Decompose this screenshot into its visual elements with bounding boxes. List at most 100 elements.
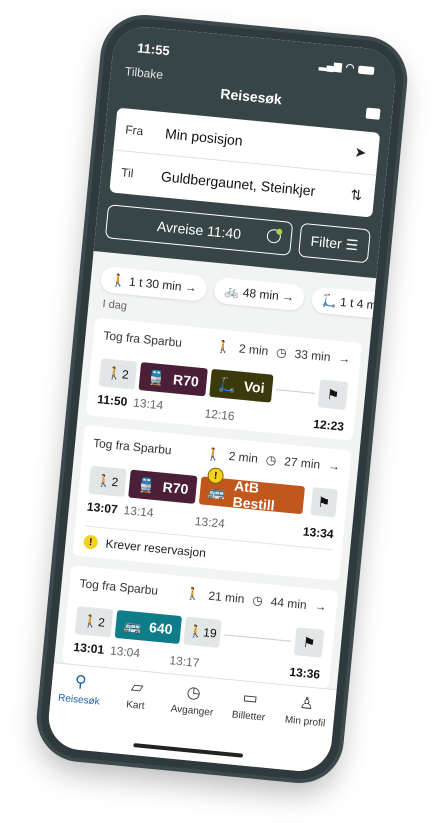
train-icon: 🚆 (147, 368, 166, 386)
trip-duration: 33 min (293, 346, 332, 365)
departure-time-button[interactable]: Avreise 11:40 (104, 204, 294, 256)
from-label: Fra (124, 122, 144, 139)
notice-text: Krever reservasjon (104, 536, 207, 561)
departure-time: 13:07 (86, 499, 119, 517)
header: 11:55 ▂▄▆ ◠ Tilbake Reisesøk Fra Min pos… (93, 24, 399, 279)
second-leg-time: 12:16 (203, 406, 236, 424)
train-leg: 🚆 R70 (128, 469, 198, 504)
trip-title: Tog fra Sparbu (102, 328, 183, 350)
train-icon: 🚆 (136, 475, 156, 494)
route-line (276, 388, 316, 394)
walk-leg-minutes: 2 (111, 474, 120, 490)
trip-duration: 27 min (283, 454, 321, 472)
bike-icon: 🚲 (224, 283, 241, 300)
scooter-icon: 🛴 (321, 293, 338, 309)
train-time: 13:14 (122, 503, 155, 520)
chip-bike-label: 48 min → (242, 285, 295, 305)
to-label: Til (120, 165, 135, 181)
signal-icon: ▂▄▆ (318, 59, 343, 73)
warning-icon: ! (207, 467, 225, 485)
clock-icon (266, 228, 283, 244)
bus-icon: 🚌 (207, 482, 227, 501)
train-line: R70 (172, 371, 200, 390)
tab-label: Billetter (231, 709, 266, 724)
trip-header: Tog fra Sparbu 🚶 21 min ◷ 44 min → (79, 576, 327, 614)
tab-label: Kart (125, 699, 146, 712)
walk-leg: 🚶 2 (88, 465, 127, 498)
tab-min-profil[interactable]: ♙ Min profil (272, 693, 335, 774)
chat-icon[interactable] (365, 107, 381, 120)
departure-time: 11:50 (96, 392, 128, 409)
trip-title: Tog fra Sparbu (79, 576, 159, 598)
ticket-icon: ▭ (241, 689, 259, 708)
person-icon: ♙ (298, 694, 315, 714)
app-screen: 11:55 ▂▄▆ ◠ Tilbake Reisesøk Fra Min pos… (45, 24, 399, 774)
bus-icon: 🚌 (123, 616, 143, 634)
bus-time: 13:04 (109, 643, 141, 661)
mid-walk-time: 13:17 (168, 653, 201, 671)
walk-icon: 🚶 (110, 272, 127, 289)
arrow-right-icon: → (327, 458, 341, 474)
trip-meta: 🚶 2 min ◷ 33 min → (216, 339, 352, 366)
tab-billetter[interactable]: ▭ Billetter (216, 687, 279, 768)
clock-icon: ◷ (185, 684, 202, 703)
walk-leg-minutes: 19 (202, 625, 218, 641)
battery-icon (357, 65, 375, 75)
search-icon: ⚲ (73, 673, 88, 692)
tab-label: Min profil (284, 714, 326, 730)
second-leg-time: 13:24 (194, 513, 226, 531)
clock-icon: ◷ (251, 592, 264, 608)
arrival-time: 12:23 (312, 416, 345, 434)
bus-leg: 🚌 640 (114, 609, 182, 645)
demand-bus-leg: ! 🚌 AtB Bestill (198, 467, 305, 515)
trip-title: Tog fra Sparbu (92, 435, 173, 458)
flag-icon: ⚑ (317, 379, 349, 410)
scooter-operator: Voi (243, 378, 266, 396)
flag-icon: ⚑ (293, 627, 325, 658)
warning-icon: ! (83, 534, 99, 550)
swap-icon[interactable]: ⇅ (350, 186, 363, 204)
from-value: Min posisjon (164, 125, 244, 149)
tab-label: Reisesøk (57, 692, 101, 708)
walk-icon: 🚶 (215, 339, 232, 355)
clock-icon: ◷ (265, 452, 277, 468)
chip-scooter[interactable]: 🛴 1 t 4 min → (310, 286, 399, 322)
trip-meta: 🚶 21 min ◷ 44 min → (185, 586, 327, 613)
train-line: R70 (161, 478, 190, 498)
filter-button[interactable]: Filter ☰ (297, 222, 371, 264)
map-icon: ▱ (130, 678, 145, 697)
walk-leg: 🚶 2 (98, 358, 138, 390)
trip-meta: 🚶 2 min ◷ 27 min → (205, 447, 341, 474)
flag-icon: ⚑ (309, 487, 338, 518)
bus-line: 640 (148, 619, 174, 638)
walk-leg: 🚶 19 (183, 616, 222, 648)
walk-icon: 🚶 (185, 586, 202, 602)
search-box: Fra Min posisjon ➤ Til Guldbergaunet, St… (109, 107, 381, 218)
bus-service: AtB Bestill (232, 477, 276, 514)
walk-leg-minutes: 2 (97, 615, 106, 630)
train-leg: 🚆 R70 (138, 362, 208, 397)
walk-leg: 🚶 2 (74, 606, 114, 638)
trip-card[interactable]: Tog fra Sparbu 🚶 2 min ◷ 27 min → 🚶 2 🚆 R… (72, 424, 352, 582)
to-value: Guldbergaunet, Steinkjer (160, 168, 317, 199)
departure-time: 13:01 (72, 639, 105, 657)
walk-leg-minutes: 2 (121, 367, 130, 382)
arrival-time: 13:34 (302, 524, 335, 542)
chip-scooter-label: 1 t 4 min → (339, 294, 399, 315)
walk-time: 2 min (238, 341, 269, 359)
departure-label: Avreise 11:40 (156, 218, 242, 243)
chip-walk-label: 1 t 30 min → (128, 274, 198, 296)
scooter-icon: 🛴 (217, 375, 237, 393)
chip-bike[interactable]: 🚲 48 min → (213, 276, 306, 312)
clock-icon: ◷ (275, 345, 288, 360)
location-arrow-icon[interactable]: ➤ (354, 143, 367, 161)
arrow-right-icon: → (337, 351, 352, 367)
tab-reisesok[interactable]: ⚲ Reisesøk (46, 671, 109, 752)
walk-time: 21 min (207, 588, 246, 607)
arrow-right-icon: → (313, 598, 328, 614)
sliders-icon: ☰ (344, 235, 360, 253)
arrival-time: 13:36 (288, 664, 321, 682)
scooter-leg: 🛴 Voi (209, 368, 274, 403)
wifi-icon: ◠ (345, 62, 355, 75)
tab-label: Avganger (170, 703, 214, 719)
